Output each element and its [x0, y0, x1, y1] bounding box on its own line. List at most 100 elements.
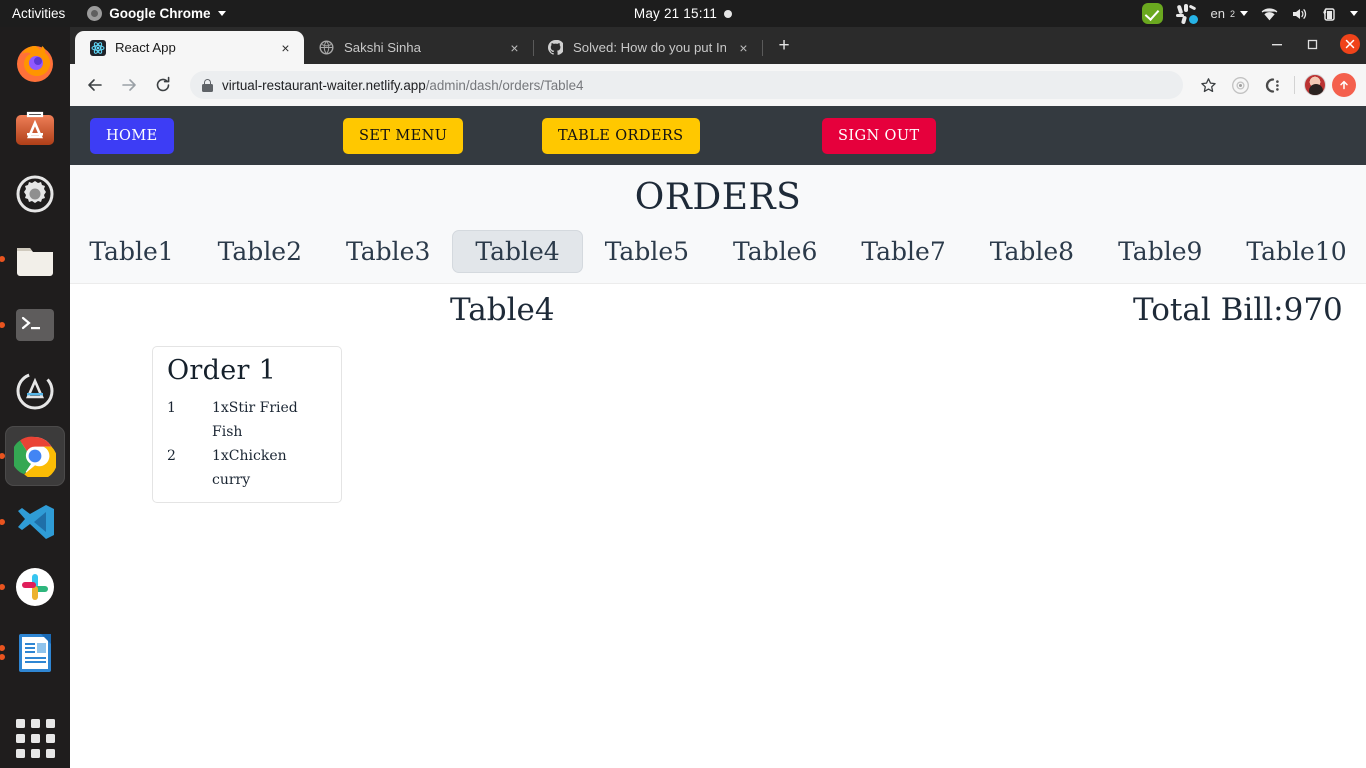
notification-dot-icon — [724, 9, 733, 18]
clock[interactable]: May 21 15:11 — [583, 6, 783, 21]
reload-icon[interactable] — [148, 70, 178, 100]
tab-strip: React App × Sakshi Sinha × Solved: How d… — [70, 27, 1366, 64]
volume-icon[interactable] — [1291, 7, 1308, 21]
dock-item-settings[interactable] — [5, 164, 65, 224]
home-button[interactable]: HOME — [90, 117, 174, 154]
table-tab-table5[interactable]: Table5 — [583, 231, 711, 272]
table-tab-table8[interactable]: Table8 — [968, 231, 1096, 272]
dock-item-ubuntu-software[interactable] — [5, 99, 65, 159]
github-icon — [547, 39, 564, 56]
table-tab-table9[interactable]: Table9 — [1096, 231, 1224, 272]
new-tab-button[interactable]: + — [770, 33, 798, 61]
chrome-icon — [87, 6, 103, 21]
vs-code-icon — [18, 504, 54, 539]
folder-icon — [17, 248, 53, 277]
tab-divider — [762, 40, 763, 56]
slack-icon — [16, 568, 54, 607]
order-card[interactable]: Order 1 1 1xStir Fried Fish 2 1xChicken … — [152, 346, 342, 503]
address-bar[interactable]: virtual-restaurant-waiter.netlify.app/ad… — [190, 71, 1183, 99]
ubuntu-dock — [0, 27, 70, 768]
battery-icon[interactable] — [1321, 7, 1337, 21]
keyboard-language-indicator[interactable]: en 2 — [1211, 6, 1248, 21]
table-tab-table6[interactable]: Table6 — [711, 231, 839, 272]
running-indicator — [0, 518, 5, 525]
dock-item-terminal[interactable] — [0, 295, 65, 355]
table-tab-table10[interactable]: Table10 — [1224, 231, 1366, 272]
activities-button[interactable]: Activities — [0, 6, 75, 21]
language-label: en — [1210, 6, 1225, 21]
toolbar-right-icons — [1195, 72, 1356, 98]
chevron-down-icon — [1240, 11, 1248, 16]
browser-tab-github-thread[interactable]: Solved: How do you put In × — [533, 31, 763, 64]
web-page-content: HOME SET MENU TABLE ORDERS SIGN OUT ORDE… — [70, 106, 1366, 768]
checkmark-badge-icon[interactable] — [1141, 3, 1163, 24]
browser-tab-react-app[interactable]: React App × — [75, 31, 304, 64]
table-tab-table7[interactable]: Table7 — [839, 231, 967, 272]
globe-icon — [318, 39, 335, 56]
url-text: virtual-restaurant-waiter.netlify.app/ad… — [222, 78, 584, 93]
forward-icon[interactable] — [114, 70, 144, 100]
profile-avatar[interactable] — [1304, 74, 1326, 96]
set-menu-button[interactable]: SET MENU — [343, 117, 464, 154]
terminal-icon — [16, 308, 54, 341]
ubuntu-software-icon — [16, 112, 54, 146]
orders-list: Order 1 1 1xStir Fried Fish 2 1xChicken … — [70, 346, 1366, 503]
order-item-text: 1xChicken curry — [212, 448, 287, 488]
close-icon[interactable]: × — [506, 39, 523, 56]
running-indicator — [0, 453, 5, 460]
back-icon[interactable] — [80, 70, 110, 100]
firefox-icon — [17, 45, 53, 82]
dock-item-slack[interactable] — [0, 557, 65, 617]
dock-item-files[interactable] — [0, 230, 65, 290]
table-summary-row: Table4 Total Bill:970 — [70, 284, 1366, 346]
close-icon[interactable]: × — [277, 39, 294, 56]
close-icon[interactable]: × — [735, 39, 752, 56]
orders-header-section: ORDERS Table1 Table2 Table3 Table4 Table… — [70, 165, 1366, 284]
clock-label: May 21 15:11 — [633, 6, 718, 21]
chrome-icon — [14, 436, 56, 478]
wifi-icon[interactable] — [1261, 7, 1278, 21]
table-tab-table4[interactable]: Table4 — [452, 230, 583, 273]
minimize-button[interactable] — [1268, 35, 1286, 53]
dock-item-firefox[interactable] — [5, 33, 65, 93]
software-updater-icon — [16, 372, 54, 409]
order-card-title: Order 1 — [167, 355, 277, 386]
table-tab-table3[interactable]: Table3 — [324, 231, 452, 272]
network-apps-icon[interactable] — [1175, 3, 1198, 24]
app-menu-label: Google Chrome — [109, 6, 211, 21]
table-tab-table1[interactable]: Table1 — [70, 231, 196, 272]
bookmark-star-icon[interactable] — [1195, 72, 1221, 98]
upload-icon[interactable] — [1332, 73, 1356, 97]
order-item-index: 2 — [167, 448, 176, 464]
chevron-down-icon — [217, 11, 226, 16]
running-indicator — [0, 644, 5, 651]
dock-item-software-updater[interactable] — [5, 361, 65, 421]
window-controls — [1268, 29, 1360, 59]
system-tray[interactable]: en 2 — [1141, 0, 1358, 27]
order-item-row: 2 1xChicken curry — [167, 444, 329, 492]
app-navbar: HOME SET MENU TABLE ORDERS SIGN OUT — [70, 106, 1366, 165]
app-menu-chrome[interactable]: Google Chrome — [87, 6, 226, 21]
react-icon — [89, 39, 106, 56]
target-icon[interactable] — [1227, 72, 1253, 98]
browser-tab-sakshi-sinha[interactable]: Sakshi Sinha × — [304, 31, 534, 64]
maximize-button[interactable] — [1304, 35, 1322, 53]
table-tab-table2[interactable]: Table2 — [196, 231, 324, 272]
tab-title: React App — [115, 40, 176, 55]
dock-item-libreoffice-writer[interactable] — [0, 623, 65, 683]
extension-icon[interactable] — [1259, 72, 1285, 98]
sign-out-button[interactable]: SIGN OUT — [822, 117, 936, 154]
chevron-down-icon[interactable] — [1350, 11, 1358, 16]
running-indicator — [0, 654, 5, 661]
table-orders-button[interactable]: TABLE ORDERS — [542, 117, 700, 154]
page-title: ORDERS — [634, 177, 802, 218]
lock-icon — [202, 78, 213, 92]
app-grid-icon — [15, 718, 55, 758]
running-indicator — [0, 256, 5, 263]
close-window-button[interactable] — [1340, 34, 1360, 54]
dock-item-vs-code[interactable] — [0, 492, 65, 552]
running-indicator — [0, 321, 5, 328]
dock-item-google-chrome[interactable] — [0, 426, 65, 486]
show-applications-button[interactable] — [5, 708, 65, 768]
tab-title: Solved: How do you put In — [573, 40, 726, 55]
